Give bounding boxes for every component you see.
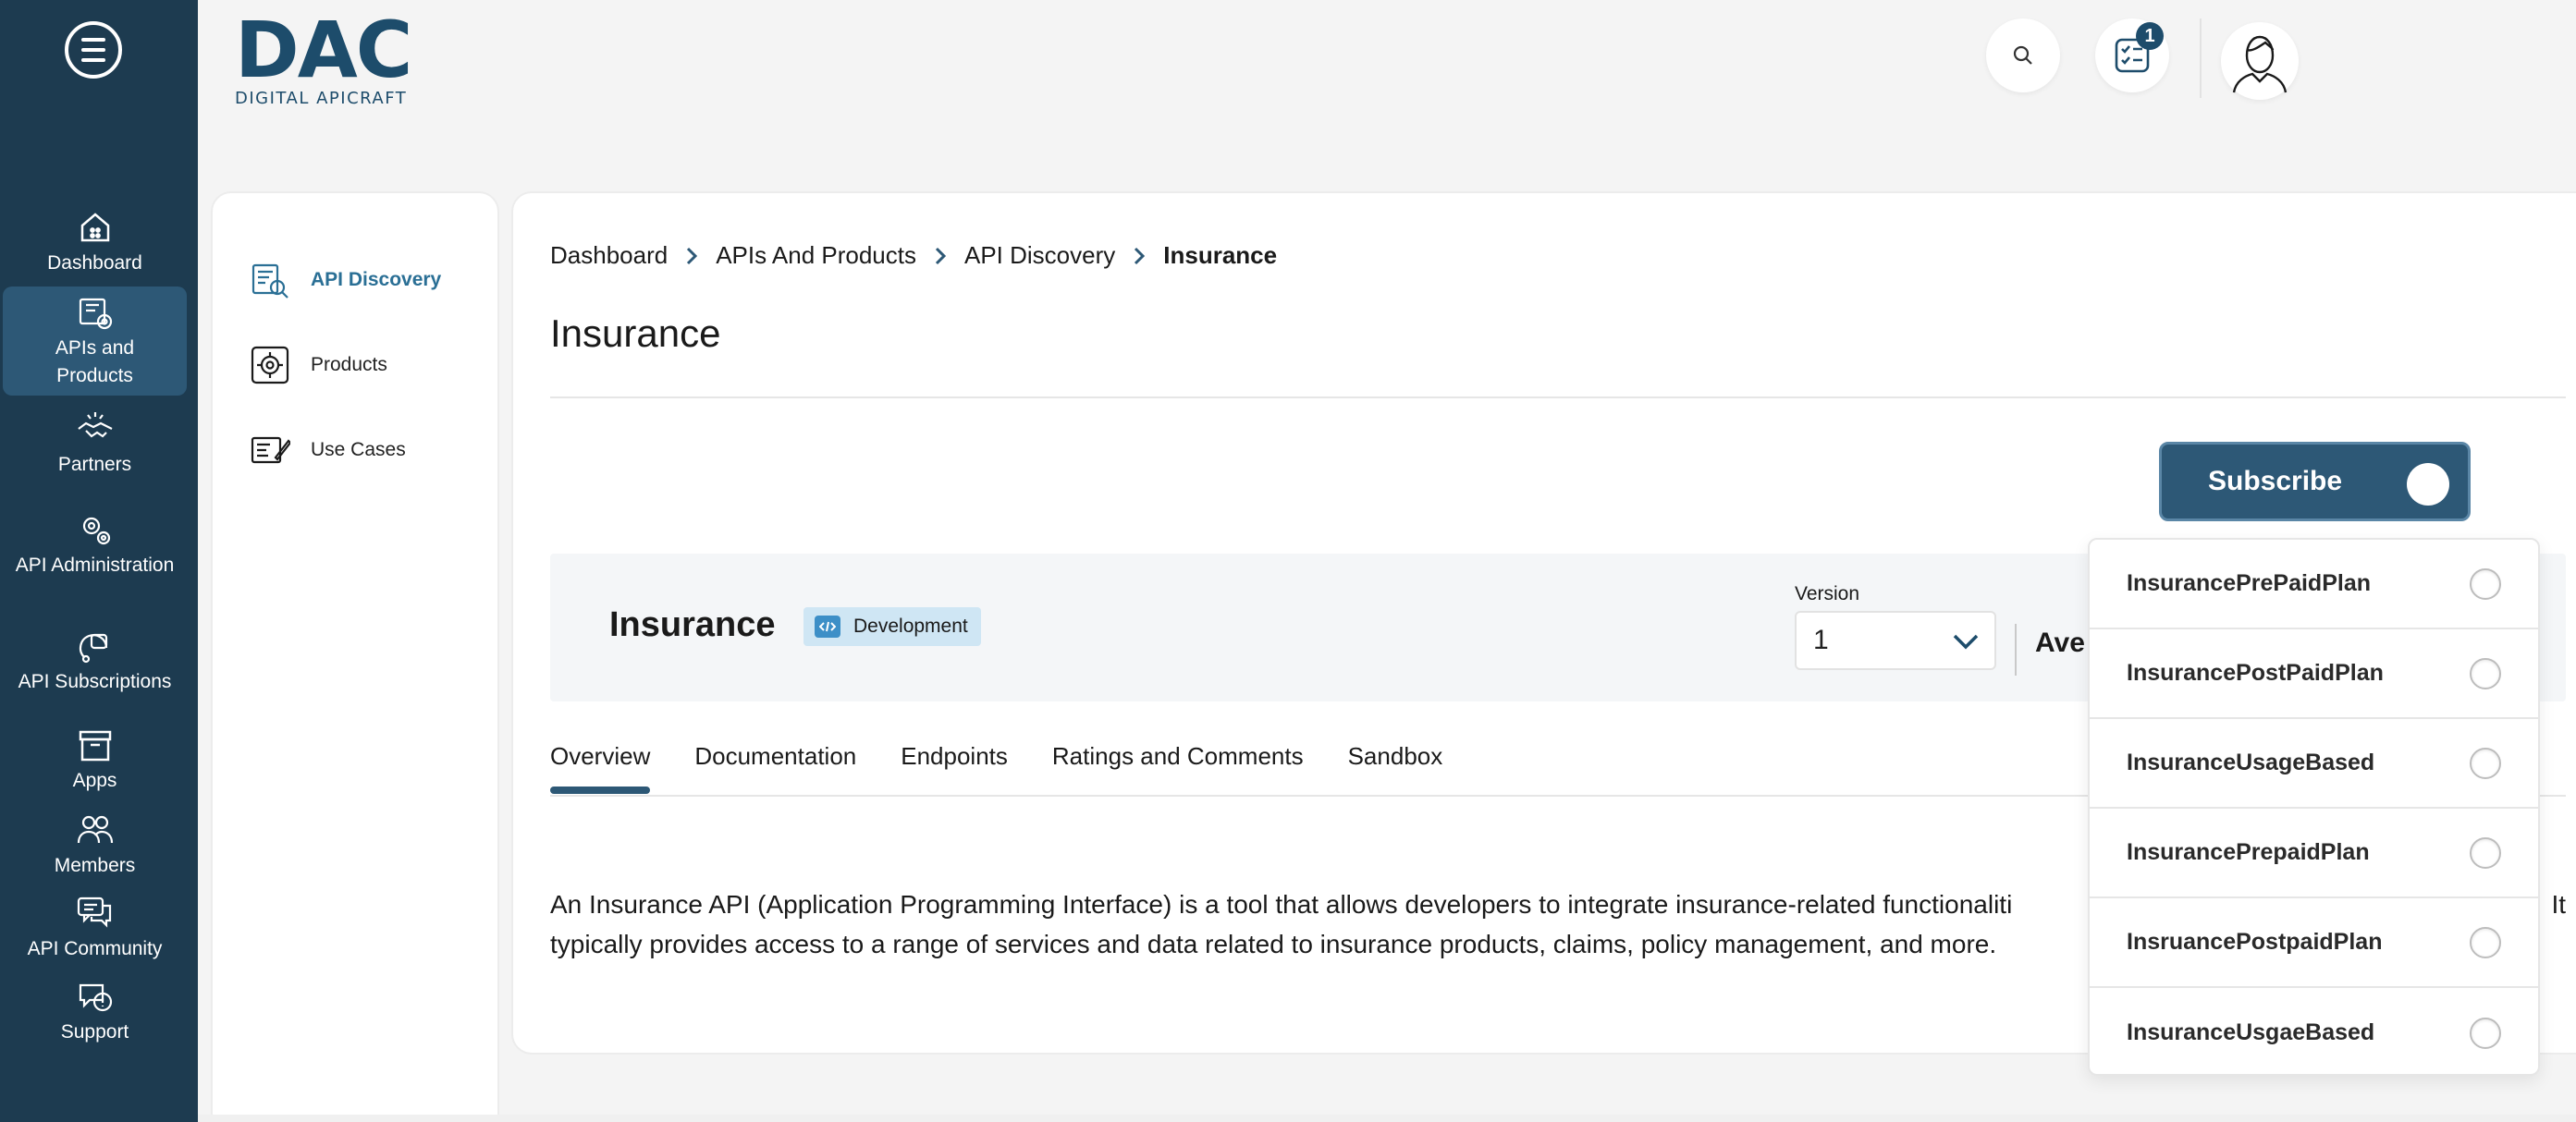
version-label: Version <box>1795 583 1860 604</box>
environment-badge: Development <box>803 607 981 646</box>
chat-icon <box>77 896 111 928</box>
tasks-button[interactable]: 1 <box>2095 18 2169 92</box>
plan-label: InsurancePrepaidPlan <box>2127 839 2370 865</box>
plan-radio[interactable] <box>2470 747 2501 779</box>
hamburger-menu-icon[interactable] <box>65 21 122 79</box>
user-avatar-icon <box>2232 35 2288 93</box>
plan-option[interactable]: InsurancePrePaidPlan <box>2090 540 2538 629</box>
version-value: 1 <box>1813 625 1829 655</box>
version-select[interactable]: 1 <box>1795 611 1996 670</box>
tasks-badge: 1 <box>2136 22 2164 50</box>
subnav-label: API Discovery <box>311 269 442 290</box>
environment-label: Development <box>853 616 968 637</box>
plan-radio[interactable] <box>2470 567 2501 600</box>
members-icon <box>77 815 113 844</box>
footer-edge <box>198 1115 2576 1122</box>
band-divider <box>2015 624 2017 676</box>
subscriptions-icon <box>79 633 107 664</box>
rail-item-api-community[interactable]: API Community <box>3 893 187 963</box>
breadcrumb-api-discovery[interactable]: API Discovery <box>964 241 1115 270</box>
rail-item-label: API Community <box>27 938 163 959</box>
plan-label: InsurancePrePaidPlan <box>2127 570 2372 596</box>
rail-item-label: Members <box>54 855 136 876</box>
plan-radio[interactable] <box>2470 926 2501 958</box>
plan-option[interactable]: InsurancePostPaidPlan <box>2090 629 2538 719</box>
side-rail: Dashboard APIs and Products Partners API… <box>0 0 198 1122</box>
rail-item-apis-and-products[interactable]: APIs and Products <box>3 287 187 396</box>
page-title: Insurance <box>550 311 721 355</box>
plan-label: InsuranceUsageBased <box>2127 750 2375 775</box>
subnav-item-use-cases[interactable]: Use Cases <box>250 430 406 470</box>
subscribe-toggle-knob <box>2407 463 2449 506</box>
breadcrumb: Dashboard APIs And Products API Discover… <box>550 241 1277 270</box>
api-discovery-icon <box>251 263 288 299</box>
code-icon <box>815 616 840 638</box>
rail-item-apps[interactable]: Apps <box>3 723 187 797</box>
average-rating-label: Ave <box>2035 628 2085 658</box>
use-cases-icon <box>251 436 290 464</box>
handshake-icon <box>77 412 112 438</box>
plan-label: InsruancePostpaidPlan <box>2127 929 2383 955</box>
subscribe-button[interactable]: Subscribe <box>2159 442 2471 521</box>
api-products-icon <box>79 298 112 330</box>
rail-item-label: API Subscriptions <box>18 671 172 692</box>
subnav-label: Use Cases <box>311 439 406 460</box>
plan-radio[interactable] <box>2470 1017 2501 1049</box>
plan-radio[interactable] <box>2470 836 2501 869</box>
rail-item-partners[interactable]: Partners <box>3 407 187 481</box>
products-gear-icon <box>251 346 289 384</box>
plan-option[interactable]: InsurancePrepaidPlan <box>2090 809 2538 898</box>
support-icon <box>79 983 112 1012</box>
search-button[interactable] <box>1986 18 2060 92</box>
description-line-1: An Insurance API (Application Programmin… <box>550 890 2013 919</box>
api-name: Insurance <box>609 605 776 644</box>
chevron-right-icon <box>687 247 698 264</box>
description-line-1-tail: It <box>2551 890 2566 919</box>
subscription-plans-dropdown: InsurancePrePaidPlan InsurancePostPaidPl… <box>2088 538 2540 1076</box>
home-icon <box>80 213 109 242</box>
breadcrumb-current: Insurance <box>1163 241 1278 269</box>
logo-sub-text: DIGITAL APICRAFT <box>235 89 408 108</box>
dac-logo[interactable]: DAC DIGITAL APICRAFT <box>235 5 429 108</box>
logo-main-text: DAC <box>235 5 412 95</box>
box-icon <box>79 730 111 762</box>
user-avatar[interactable] <box>2221 22 2299 100</box>
breadcrumb-apis-and-products[interactable]: APIs And Products <box>716 241 916 270</box>
rail-item-label: Partners <box>57 454 132 475</box>
rail-item-label: API Administration <box>15 555 175 576</box>
header-divider <box>2200 18 2202 98</box>
breadcrumb-dashboard[interactable]: Dashboard <box>550 241 668 270</box>
rail-item-api-subscriptions[interactable]: API Subscriptions <box>3 606 187 715</box>
plan-radio[interactable] <box>2470 657 2501 689</box>
chevron-down-icon <box>1953 634 1979 650</box>
plan-label: InsurancePostPaidPlan <box>2127 660 2384 686</box>
chevron-right-icon <box>1135 247 1146 264</box>
secondary-nav: API Discovery Products Use Cases <box>211 191 499 1122</box>
plan-option[interactable]: InsuranceUsageBased <box>2090 719 2538 809</box>
subnav-item-api-discovery[interactable]: API Discovery <box>250 260 441 300</box>
rail-item-label: Apps <box>72 770 117 791</box>
rail-item-support[interactable]: Support <box>3 974 187 1048</box>
gears-icon <box>82 517 110 545</box>
rail-item-api-administration[interactable]: API Administration <box>3 490 187 599</box>
rail-item-dashboard[interactable]: Dashboard <box>3 205 187 279</box>
plan-option[interactable]: InsruancePostpaidPlan <box>2090 898 2538 988</box>
top-header: DAC DIGITAL APICRAFT 1 <box>198 0 2576 145</box>
subnav-item-products[interactable]: Products <box>250 345 387 385</box>
rail-item-members[interactable]: Members <box>3 808 187 882</box>
title-divider <box>550 396 2566 398</box>
plan-label: InsuranceUsgaeBased <box>2127 1019 2375 1045</box>
plan-option[interactable]: InsuranceUsgaeBased <box>2090 988 2538 1078</box>
rail-item-label: Support <box>60 1021 129 1043</box>
subnav-label: Products <box>311 354 387 375</box>
subscribe-label: Subscribe <box>2208 466 2343 496</box>
search-icon <box>2013 45 2032 65</box>
rail-item-label: APIs and Products <box>55 337 135 386</box>
rail-item-label: Dashboard <box>47 252 142 274</box>
chevron-right-icon <box>935 247 947 264</box>
